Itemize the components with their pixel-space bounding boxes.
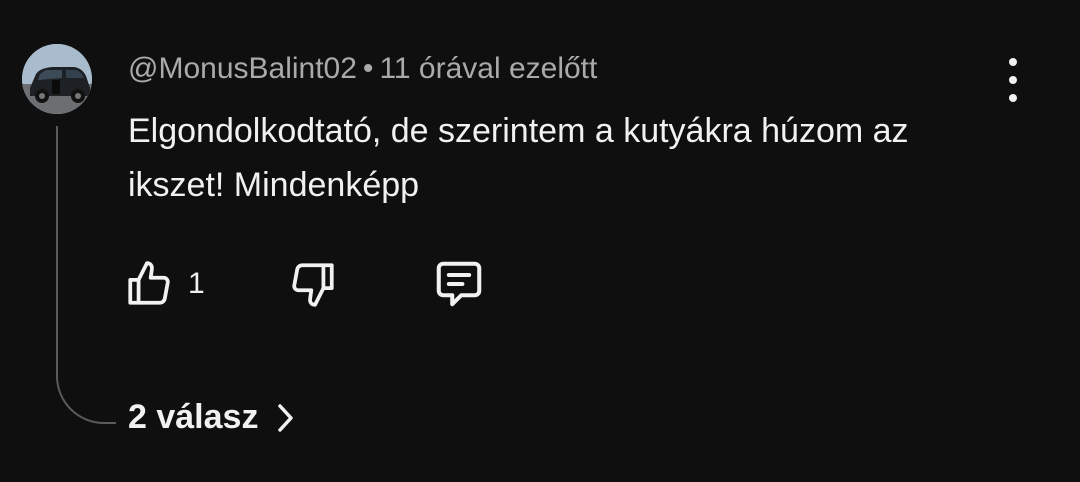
- like-count: 1: [188, 267, 205, 300]
- more-vertical-icon-dot: [1009, 94, 1017, 102]
- comment-text: Elgondolkodtató, de szerintem a kutyákra…: [128, 112, 909, 204]
- more-options-button[interactable]: [996, 58, 1030, 102]
- more-vertical-icon-dot: [1009, 76, 1017, 84]
- comment-meta: @MonusBalint02 • 11 órával ezelőtt: [128, 52, 597, 86]
- comment-thread: @MonusBalint02 • 11 órával ezelőtt Elgondo…: [0, 0, 1080, 482]
- comment-icon: [436, 261, 482, 307]
- thread-connector-line: [56, 126, 116, 424]
- avatar-car-image: [22, 44, 92, 114]
- reply-button[interactable]: [432, 256, 486, 312]
- like-button[interactable]: 1: [124, 256, 205, 312]
- thumbs-up-icon: [128, 261, 170, 305]
- replies-toggle[interactable]: 2 válasz: [128, 398, 296, 437]
- comment-timestamp[interactable]: 11 órával ezelőtt: [379, 52, 597, 85]
- more-vertical-icon: [1009, 58, 1017, 66]
- avatar[interactable]: [22, 44, 92, 114]
- dislike-button[interactable]: [288, 256, 338, 312]
- replies-label: 2 válasz: [128, 398, 259, 436]
- meta-separator: •: [362, 52, 374, 85]
- author-name[interactable]: @MonusBalint02: [128, 52, 357, 85]
- thumbs-down-icon: [292, 263, 334, 307]
- chevron-right-icon: [278, 403, 294, 432]
